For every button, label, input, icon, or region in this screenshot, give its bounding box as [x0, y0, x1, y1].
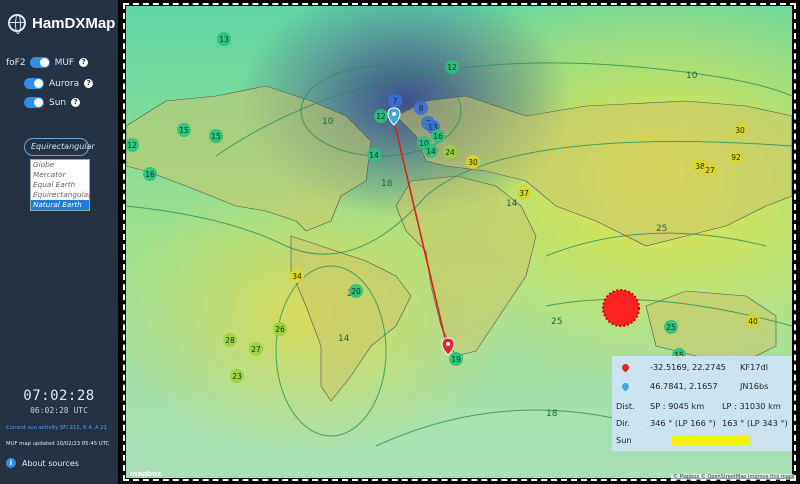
dist-label: Dist.	[616, 401, 635, 411]
layer-aurora-row: Aurora ?	[24, 78, 94, 89]
pin-b-icon	[620, 381, 631, 392]
muf-help-icon[interactable]: ?	[79, 58, 89, 67]
point-b-locator: JN16bs	[740, 381, 769, 391]
map-view[interactable]: 1010 1414 1818 2025 25 13121515121416787…	[118, 0, 800, 484]
dir-lp: 163 ° (LP 343 °)	[722, 418, 788, 428]
sun-toggle[interactable]	[24, 97, 44, 108]
dist-sp: SP : 9045 km	[650, 401, 705, 411]
projection-options-list: Globe Mercator Equal Earth Equirectangul…	[30, 159, 91, 211]
sun-label: Sun	[49, 97, 67, 108]
aurora-help-icon[interactable]: ?	[84, 79, 94, 88]
about-sources-label: About sources	[22, 458, 79, 468]
point-b-coords: 46.7841, 2.1657	[650, 381, 718, 391]
muf-toggle[interactable]	[29, 57, 50, 68]
projection-option[interactable]: Equal Earth	[31, 180, 89, 190]
dir-sp: 346 ° (LP 166 °)	[650, 418, 716, 428]
sun-help-icon[interactable]: ?	[71, 98, 81, 107]
point-a-coords: -32.5169, 22.2745	[650, 362, 726, 372]
pin-a-icon	[620, 362, 631, 373]
utc-clock: 06:02:28 UTC	[30, 406, 88, 415]
muf-updated-text: MUF map updated 10/02/23 05:45 UTC	[6, 441, 110, 447]
projection-select[interactable]: Equirectangular	[24, 138, 95, 156]
info-icon: i	[6, 458, 16, 468]
projection-option[interactable]: Globe	[31, 160, 89, 170]
projection-option[interactable]: Equirectangular	[31, 190, 91, 200]
projection-option-highlighted[interactable]: Natural Earth	[31, 200, 89, 210]
point-a-locator: KF17dl	[740, 362, 768, 372]
path-info-panel: -32.5169, 22.2745 KF17dl 46.7841, 2.1657…	[612, 356, 792, 451]
globe-icon	[8, 14, 26, 34]
map-attribution[interactable]: © Mapbox © OpenStreetMap Improve this ma…	[670, 474, 794, 480]
sun-row-label: Sun	[616, 435, 632, 445]
muf-label: MUF	[54, 57, 75, 68]
layer-muf-row: foF2 MUF ?	[6, 57, 89, 68]
sun-path-bar	[672, 435, 750, 445]
aurora-toggle[interactable]	[24, 78, 44, 89]
aurora-label: Aurora	[49, 78, 80, 89]
dist-lp: LP : 31030 km	[722, 401, 781, 411]
about-sources-link[interactable]: i About sources	[6, 458, 79, 468]
layer-sun-row: Sun ?	[24, 97, 81, 108]
fof2-label: foF2	[6, 57, 26, 68]
projection-option[interactable]: Mercator	[31, 170, 89, 180]
local-clock: 07:02:28	[23, 388, 95, 404]
dir-label: Dir.	[616, 418, 630, 428]
app-title: HamDXMap	[32, 14, 116, 32]
sidebar: HamDXMap foF2 MUF ? Aurora ? Sun ? Equir…	[0, 0, 118, 484]
app-logo: HamDXMap	[8, 14, 116, 34]
sun-activity-link[interactable]: Current sun activity SFI 215, K 4, A 21	[6, 425, 107, 431]
mapbox-logo[interactable]: mapbox	[130, 470, 161, 478]
